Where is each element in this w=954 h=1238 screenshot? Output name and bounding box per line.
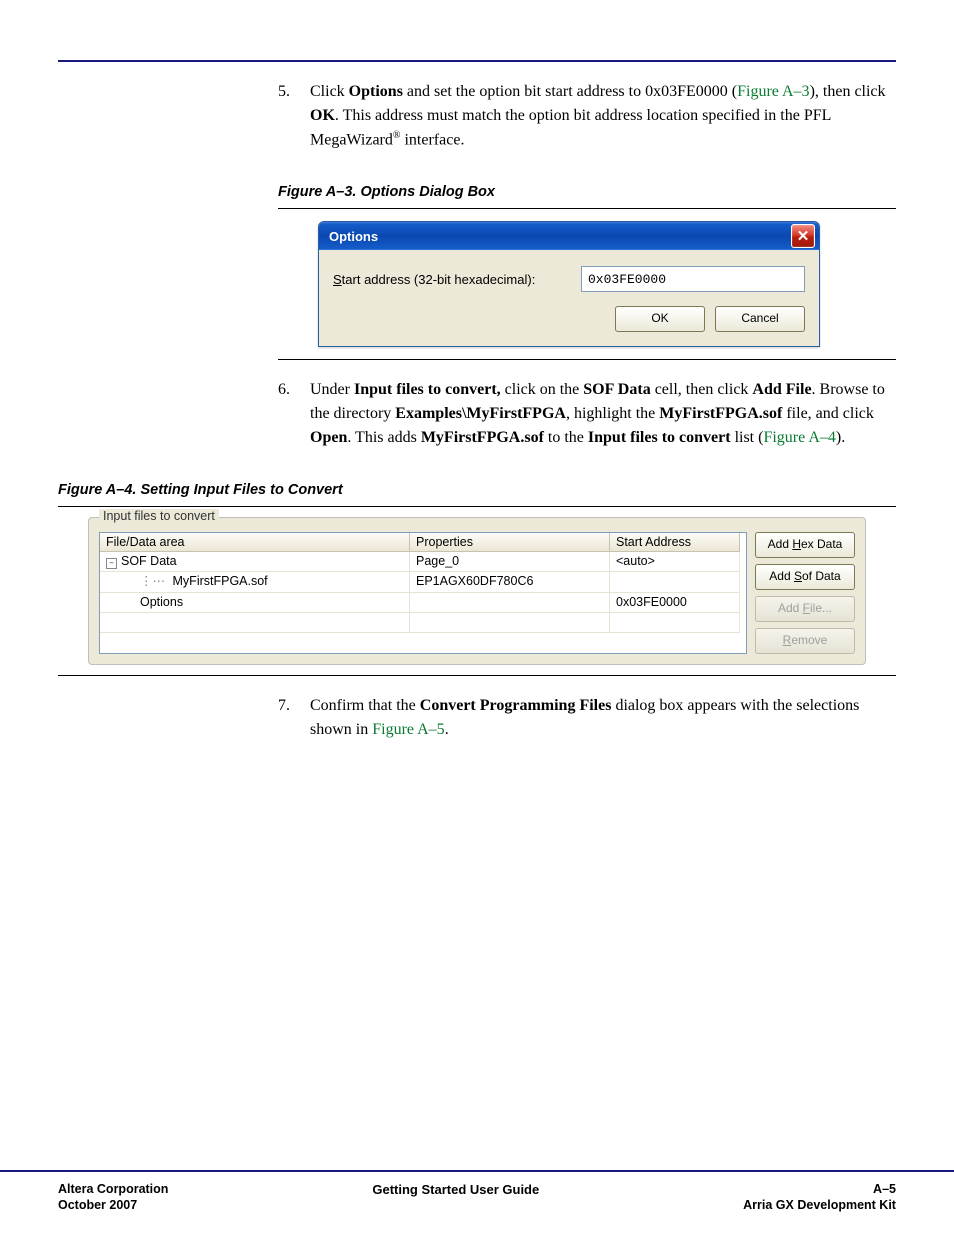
footer-product: Arria GX Development Kit [743, 1198, 896, 1212]
page-footer: Altera Corporation October 2007 Getting … [0, 1170, 954, 1238]
step-number: 5. [278, 80, 310, 152]
bold-text: Input files to convert, [354, 381, 501, 398]
input-files-figure: Input files to convert File/Data area Pr… [88, 517, 866, 665]
figure-rule [278, 208, 896, 209]
text: interface. [400, 131, 464, 148]
col-header-file: File/Data area [100, 533, 410, 552]
figure-a3-caption: Figure A–3. Options Dialog Box [278, 184, 896, 200]
bold-text: Open [310, 429, 347, 446]
close-glyph: ✕ [797, 227, 810, 245]
accesskey-underline: S [333, 272, 342, 287]
tree-collapse-icon[interactable]: – [106, 558, 117, 569]
groupbox-legend: Input files to convert [99, 509, 219, 523]
step-5: 5. Click Options and set the option bit … [278, 80, 896, 152]
bold-text: SOF Data [583, 381, 650, 398]
figure-rule [58, 675, 896, 676]
figure-ref-link[interactable]: Figure A–5 [372, 721, 444, 738]
cell-text: SOF Data [121, 554, 177, 568]
table-row[interactable]: Options [100, 593, 410, 613]
text: . [445, 721, 449, 738]
step-6: 6. Under Input files to convert, click o… [278, 378, 896, 450]
cell-startaddr [610, 572, 740, 593]
tree-branch-icon: ⋮⋯ [140, 575, 173, 589]
text: ). [836, 429, 845, 446]
text: . This address must match the option bit… [310, 107, 831, 148]
bold-text: MyFirstFPGA.sof [421, 429, 544, 446]
col-header-properties: Properties [410, 533, 610, 552]
ok-button[interactable]: OK [615, 306, 705, 332]
table-row[interactable]: –SOF Data [100, 552, 410, 572]
text: click on the [501, 381, 584, 398]
bold-text: Input files to convert [588, 429, 731, 446]
cell-text: MyFirstFPGA.sof [173, 574, 268, 588]
step-body: Under Input files to convert, click on t… [310, 378, 896, 450]
bold-text: Add File [752, 381, 811, 398]
bold-text: Examples\MyFirstFPGA [395, 405, 566, 422]
text: and set the option bit start address to … [403, 83, 737, 100]
cell-startaddr: <auto> [610, 552, 740, 572]
step-number: 6. [278, 378, 310, 450]
table-row[interactable]: ⋮⋯ MyFirstFPGA.sof [100, 572, 410, 593]
text: , highlight the [566, 405, 659, 422]
address-row: Start address (32-bit hexadecimal): [333, 266, 805, 292]
figure-rule [58, 506, 896, 507]
text: cell, then click [651, 381, 753, 398]
footer-date: October 2007 [58, 1198, 168, 1212]
footer-page-number: A–5 [743, 1182, 896, 1196]
add-file-button: Add File... [755, 596, 855, 622]
text: Confirm that the [310, 697, 420, 714]
options-dialog: Options ✕ Start address (32-bit hexadeci… [318, 221, 820, 347]
figure-rule [278, 359, 896, 360]
dialog-body: Start address (32-bit hexadecimal): OK C… [319, 250, 819, 346]
add-sof-data-button[interactable]: Add Sof Data [755, 564, 855, 590]
footer-doc-title: Getting Started User Guide [372, 1182, 539, 1212]
remove-button: Remove [755, 628, 855, 654]
cell-properties: EP1AGX60DF780C6 [410, 572, 610, 593]
figure-ref-link[interactable]: Figure A–3 [737, 83, 809, 100]
text: Click [310, 83, 349, 100]
text: ), then click [810, 83, 886, 100]
text: Under [310, 381, 354, 398]
step-body: Confirm that the Convert Programming Fil… [310, 694, 896, 742]
dialog-title: Options [329, 229, 378, 244]
add-hex-data-button[interactable]: Add Hex Data [755, 532, 855, 558]
figure-ref-link[interactable]: Figure A–4 [763, 429, 835, 446]
step-7: 7. Confirm that the Convert Programming … [278, 694, 896, 742]
bold-text: MyFirstFPGA.sof [659, 405, 782, 422]
step-body: Click Options and set the option bit sta… [310, 80, 896, 152]
cell-startaddr: 0x03FE0000 [610, 593, 740, 613]
text: to the [544, 429, 588, 446]
text: list ( [731, 429, 764, 446]
col-header-startaddr: Start Address [610, 533, 740, 552]
bold-text: Convert Programming Files [420, 697, 612, 714]
dialog-titlebar: Options ✕ [319, 222, 819, 250]
start-address-input[interactable] [581, 266, 805, 292]
input-files-groupbox: Input files to convert File/Data area Pr… [88, 517, 866, 665]
empty-cell [610, 613, 740, 633]
step-number: 7. [278, 694, 310, 742]
start-address-label: Start address (32-bit hexadecimal): [333, 272, 569, 287]
cancel-button[interactable]: Cancel [715, 306, 805, 332]
dialog-buttons: OK Cancel [333, 306, 805, 332]
empty-cell [100, 613, 410, 633]
side-buttons: Add Hex Data Add Sof Data Add File... Re… [755, 532, 855, 654]
text: . This adds [347, 429, 420, 446]
top-rule [58, 60, 896, 62]
text: file, and click [782, 405, 874, 422]
files-table: File/Data area Properties Start Address … [99, 532, 747, 654]
empty-cell [410, 613, 610, 633]
footer-company: Altera Corporation [58, 1182, 168, 1196]
cell-properties [410, 593, 610, 613]
cell-properties: Page_0 [410, 552, 610, 572]
cell-text: Options [140, 595, 183, 609]
figure-a4-caption: Figure A–4. Setting Input Files to Conve… [58, 482, 896, 498]
bold-text: OK [310, 107, 335, 124]
close-icon[interactable]: ✕ [791, 224, 815, 248]
bold-text: Options [349, 83, 403, 100]
